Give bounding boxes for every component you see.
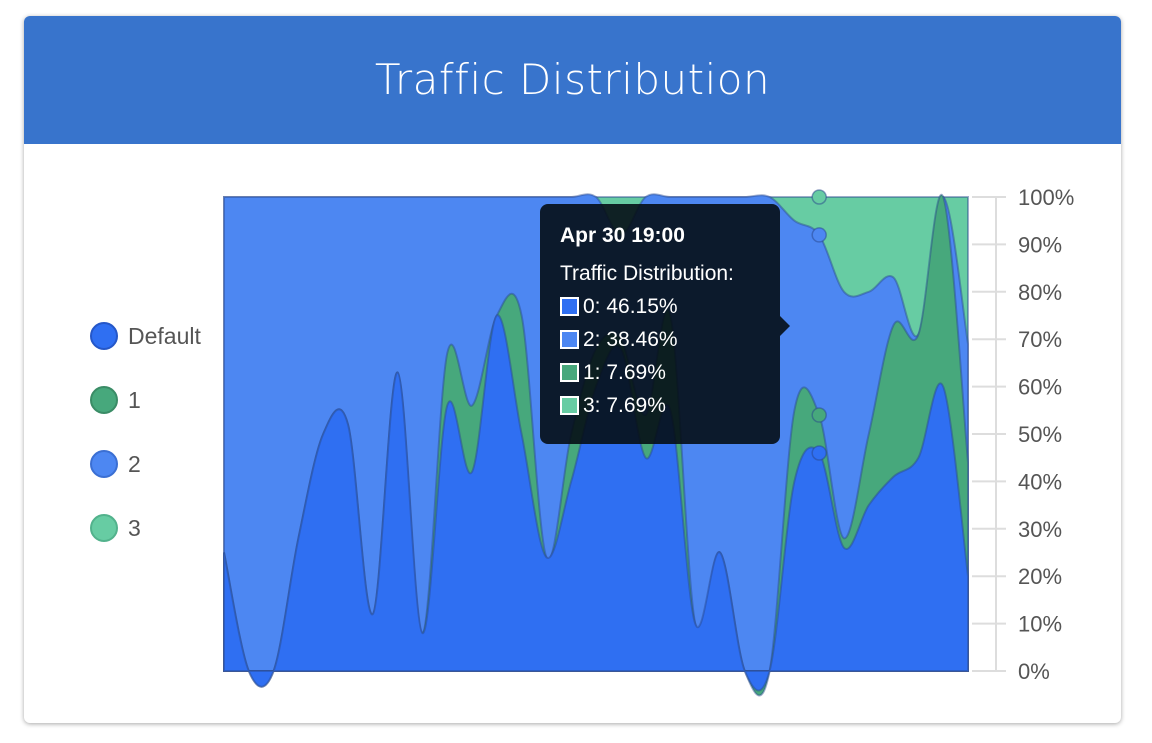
- tooltip-date: Apr 30 19:00: [560, 224, 685, 247]
- y-tick-label: 30%: [1018, 517, 1062, 542]
- hover-marker-3: [811, 189, 827, 205]
- tooltip-row-1: 1: 7.69%: [560, 356, 780, 389]
- y-tick-label: 40%: [1018, 469, 1062, 494]
- tooltip-row-3: 3: 7.69%: [560, 389, 780, 422]
- tooltip-swatch: [560, 297, 579, 316]
- tooltip-swatch: [560, 330, 579, 349]
- y-tick-label: 0%: [1018, 659, 1050, 684]
- y-axis: 0% 10% 20% 30% 40% 50% 60% 70% 80% 90% 100%: [972, 185, 1074, 684]
- y-tick-label: 70%: [1018, 327, 1062, 352]
- tooltip-row-text: 2: 38.46%: [583, 327, 678, 351]
- y-tick-label: 10%: [1018, 612, 1062, 637]
- tooltip-row-2: 2: 38.46%: [560, 323, 780, 356]
- y-tick-label: 90%: [1018, 232, 1062, 257]
- tooltip-row-text: 3: 7.69%: [583, 393, 666, 417]
- tooltip-swatch: [560, 396, 579, 415]
- hover-marker-1: [811, 407, 827, 423]
- y-tick-label: 100%: [1018, 185, 1074, 210]
- tooltip-arrow: [780, 316, 790, 336]
- y-tick-label: 50%: [1018, 422, 1062, 447]
- tooltip-swatch: [560, 363, 579, 382]
- y-tick-label: 60%: [1018, 375, 1062, 400]
- traffic-distribution-card: Traffic Distribution Default 1 2 3 0% 10%…: [24, 16, 1121, 723]
- y-tick-label: 20%: [1018, 564, 1062, 589]
- tooltip-row-0: 0: 46.15%: [560, 290, 780, 323]
- hover-marker-2: [811, 227, 827, 243]
- hover-marker-default: [811, 445, 827, 461]
- tooltip-row-text: 1: 7.69%: [583, 360, 666, 384]
- tooltip-row-text: 0: 46.15%: [583, 294, 678, 318]
- chart-tooltip: Apr 30 19:00 Traffic Distribution: 0: 46…: [540, 204, 790, 444]
- y-tick-label: 80%: [1018, 280, 1062, 305]
- tooltip-title: Traffic Distribution:: [560, 262, 734, 285]
